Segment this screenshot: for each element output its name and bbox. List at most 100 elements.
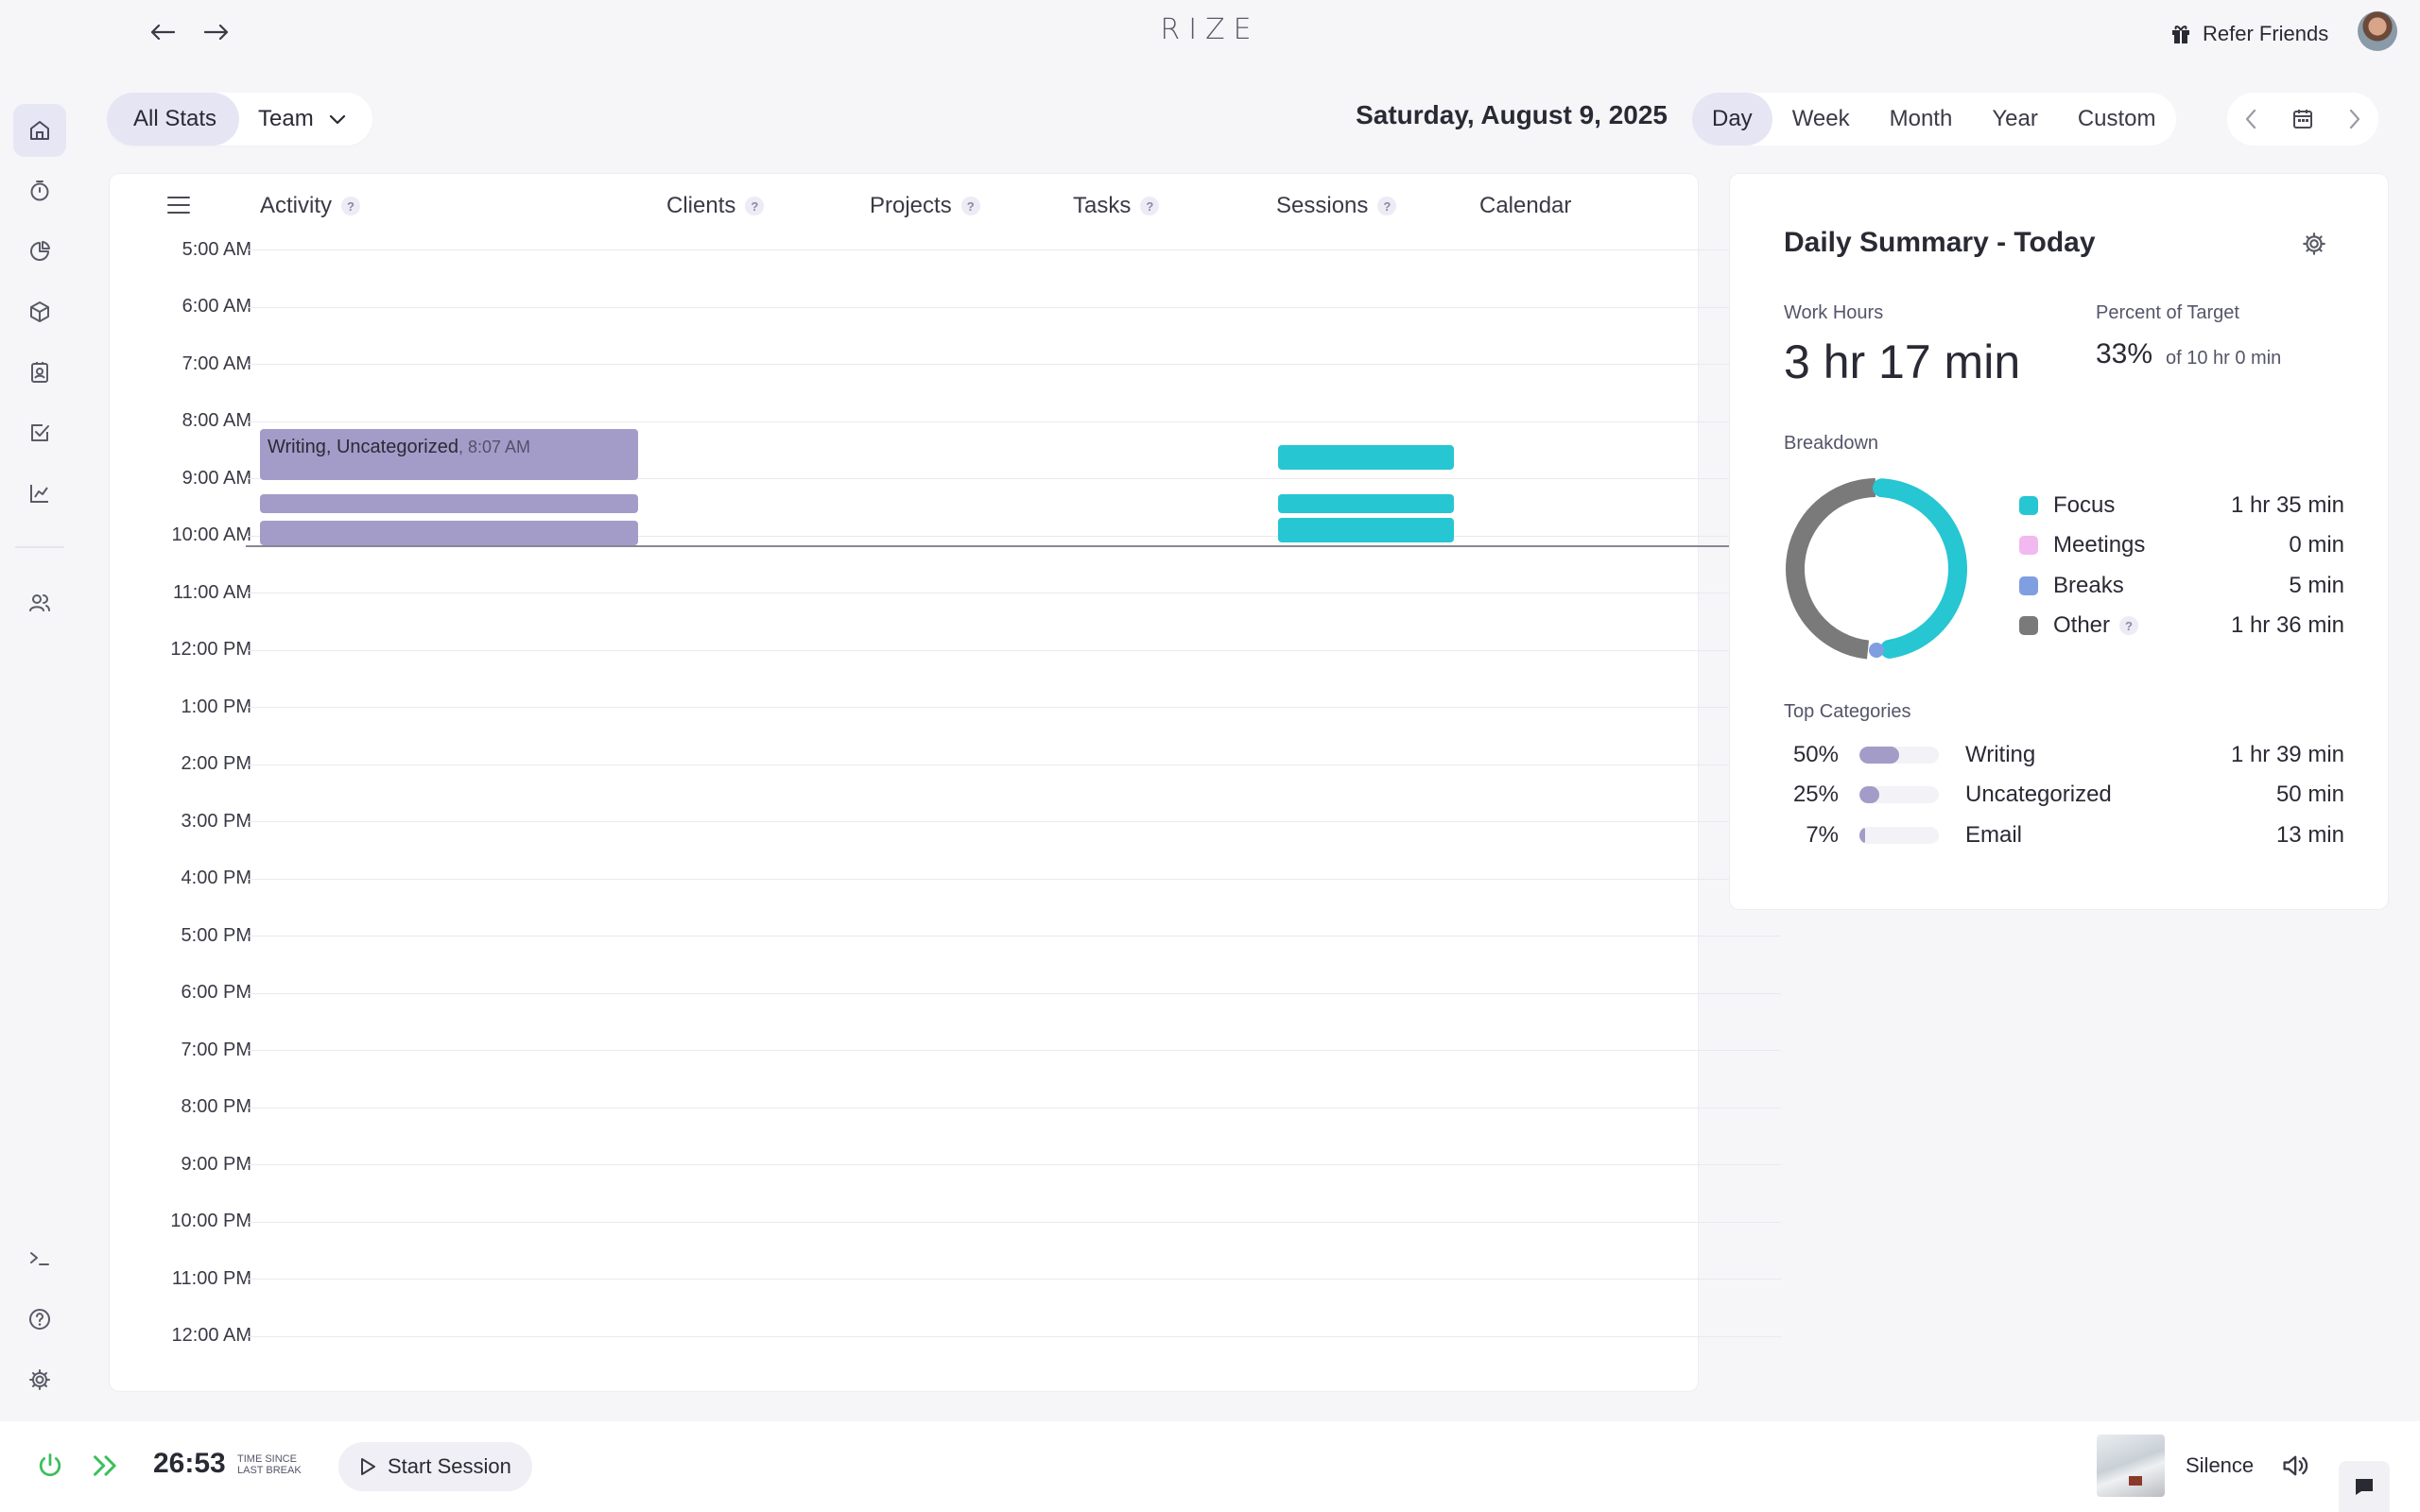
legend-name: Meetings — [2053, 532, 2146, 558]
help-icon[interactable]: ? — [960, 197, 980, 215]
column-sessions[interactable]: Sessions ? — [1276, 193, 1397, 219]
date-navigation — [2227, 93, 2378, 146]
range-tabs: Day Week Month Year Custom — [1692, 93, 2176, 146]
tab-month[interactable]: Month — [1870, 93, 1973, 146]
timer-icon[interactable] — [13, 164, 66, 217]
activity-block[interactable] — [260, 521, 638, 545]
thumbnail-cabin — [2129, 1476, 2142, 1486]
hamburger-menu-icon[interactable] — [166, 195, 191, 215]
calendar-icon[interactable] — [2290, 107, 2315, 131]
help-icon[interactable]: ? — [1377, 197, 1397, 215]
checkbox-icon[interactable] — [13, 406, 66, 459]
column-activity[interactable]: Activity ? — [260, 193, 361, 219]
column-clients[interactable]: Clients ? — [666, 193, 765, 219]
app-logo: RIZE — [1160, 13, 1260, 46]
help-icon[interactable] — [13, 1293, 66, 1346]
settings-icon[interactable] — [13, 1353, 66, 1406]
category-name: Writing — [1965, 742, 2036, 767]
hour-gridline — [246, 1050, 1781, 1051]
time-label: 12:00 PM — [170, 639, 251, 660]
time-label: 4:00 PM — [181, 868, 251, 888]
legend-focus: Focus 1 hr 35 min — [2019, 491, 2344, 520]
team-icon[interactable] — [13, 576, 66, 629]
team-dropdown[interactable]: Team — [239, 93, 372, 146]
breakdown-donut-chart — [1782, 474, 1971, 663]
current-date: Saturday, August 9, 2025 — [1356, 100, 1668, 129]
session-block[interactable] — [1278, 445, 1454, 470]
column-projects[interactable]: Projects ? — [870, 193, 980, 219]
timeline-card: Activity ? Clients ? Projects ? Tasks ? … — [110, 174, 1781, 1391]
donut-segment-breaks — [1869, 643, 1884, 658]
volume-icon[interactable] — [2280, 1452, 2308, 1480]
refer-friends-label: Refer Friends — [2203, 22, 2329, 45]
chevron-right-icon[interactable] — [2348, 109, 2361, 129]
category-row[interactable]: 7% Email 13 min — [1784, 821, 2344, 850]
chevron-left-icon[interactable] — [2244, 109, 2257, 129]
fast-forward-icon[interactable] — [91, 1452, 121, 1480]
legend-meetings: Meetings 0 min — [2019, 531, 2344, 559]
tab-week[interactable]: Week — [1772, 93, 1870, 146]
team-label: Team — [258, 106, 314, 131]
time-label: 3:00 PM — [181, 811, 251, 832]
refer-friends-button[interactable]: Refer Friends — [2170, 17, 2328, 51]
category-bar-fill — [1859, 786, 1879, 803]
gear-icon[interactable] — [2301, 231, 2327, 257]
category-name: Email — [1965, 822, 2023, 848]
hour-gridline — [246, 993, 1781, 994]
category-percent: 25% — [1792, 782, 1839, 807]
category-value: 50 min — [2275, 782, 2344, 807]
power-icon[interactable] — [36, 1452, 64, 1480]
pie-chart-icon[interactable] — [13, 225, 66, 278]
tab-custom[interactable]: Custom — [2058, 93, 2176, 146]
chat-button[interactable] — [2339, 1461, 2390, 1512]
category-row[interactable]: 50% Writing 1 hr 39 min — [1784, 741, 2344, 769]
category-row[interactable]: 25% Uncategorized 50 min — [1784, 781, 2344, 809]
sound-label[interactable]: Silence — [2186, 1453, 2254, 1478]
activity-block[interactable]: Writing, Uncategorized, 8:07 AM — [260, 429, 638, 480]
activity-block-name: Writing, Uncategorized — [268, 437, 458, 457]
category-bar-fill — [1859, 827, 1865, 844]
terminal-icon[interactable] — [13, 1232, 66, 1285]
forward-arrow-icon[interactable] — [196, 13, 237, 51]
time-label: 2:00 PM — [181, 753, 251, 774]
time-label: 9:00 AM — [182, 468, 251, 489]
time-label: 6:00 AM — [182, 296, 251, 317]
tab-day[interactable]: Day — [1692, 93, 1772, 146]
legend-breaks: Breaks 5 min — [2019, 572, 2344, 600]
legend-swatch — [2019, 536, 2038, 555]
help-icon[interactable]: ? — [341, 197, 361, 215]
home-icon[interactable] — [13, 104, 66, 157]
session-block[interactable] — [1278, 494, 1454, 513]
tab-year[interactable]: Year — [1972, 93, 2058, 146]
time-label: 5:00 AM — [182, 239, 251, 260]
contact-card-icon[interactable] — [13, 346, 66, 399]
time-label: 1:00 PM — [181, 696, 251, 717]
activity-block[interactable] — [260, 494, 638, 513]
legend-name: Breaks — [2053, 573, 2124, 598]
soundscape-thumbnail[interactable] — [2097, 1435, 2165, 1497]
cube-icon[interactable] — [13, 285, 66, 338]
start-session-button[interactable]: Start Session — [338, 1442, 532, 1491]
back-arrow-icon[interactable] — [142, 13, 183, 51]
start-session-label: Start Session — [388, 1454, 511, 1478]
help-icon[interactable]: ? — [1140, 197, 1160, 215]
all-stats-button[interactable]: All Stats — [107, 93, 240, 146]
hour-gridline — [246, 1164, 1781, 1165]
category-percent: 50% — [1792, 742, 1839, 767]
sidebar-divider — [15, 546, 64, 548]
activity-header: Activity — [260, 193, 333, 218]
line-chart-icon[interactable] — [13, 467, 66, 520]
hour-gridline — [246, 364, 1781, 365]
column-tasks[interactable]: Tasks ? — [1073, 193, 1160, 219]
legend-swatch — [2019, 576, 2038, 595]
avatar[interactable] — [2358, 11, 2397, 51]
session-block[interactable] — [1278, 518, 1454, 542]
time-label: 11:00 PM — [171, 1268, 251, 1289]
category-value: 13 min — [2275, 822, 2344, 848]
column-calendar[interactable]: Calendar — [1479, 193, 1571, 219]
help-icon[interactable]: ? — [745, 197, 765, 215]
time-label: 9:00 PM — [181, 1154, 251, 1175]
help-icon[interactable]: ? — [2119, 616, 2139, 635]
timer-caption-line: TIME SINCE — [237, 1453, 297, 1465]
daily-summary-card: Daily Summary - Today Work Hours 3 hr 17… — [1730, 174, 2388, 909]
